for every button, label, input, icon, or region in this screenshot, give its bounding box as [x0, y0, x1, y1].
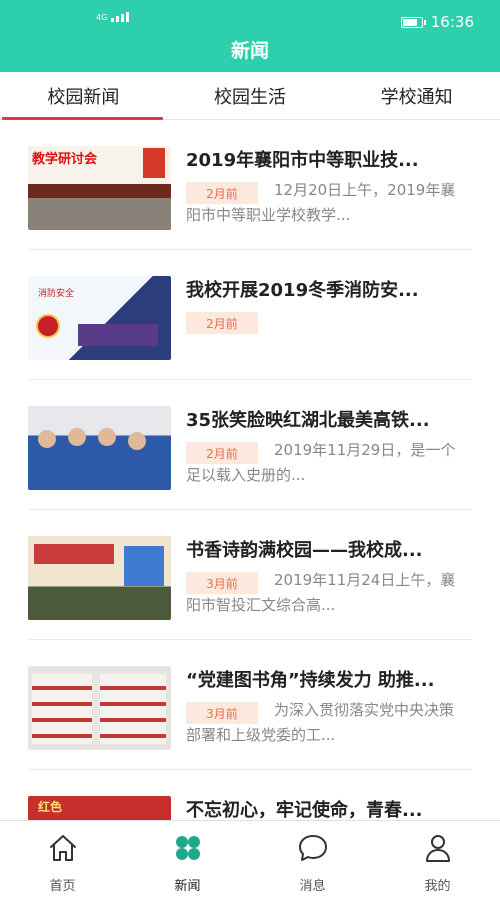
nav-label: 新闻 [174, 879, 201, 894]
news-item[interactable]: 书香诗韵满校园——我校成... 2019年11月24日上午，襄阳市智投汇文综合高… [28, 510, 472, 640]
nav-home[interactable]: 首页 [0, 821, 125, 900]
chat-bubble-icon [298, 835, 327, 861]
time-badge: 2月前 [186, 312, 258, 334]
news-item[interactable]: 消防安全 我校开展2019冬季消防安... 2月前 [28, 250, 472, 380]
news-title: 我校开展2019冬季消防安... [186, 280, 419, 301]
bottom-navigation: 首页 新闻 消息 我的 [0, 820, 500, 900]
nav-news[interactable]: 新闻 [125, 821, 250, 900]
news-thumbnail [28, 666, 171, 750]
news-item[interactable]: 红色 不忘初心，牢记使命，青春... [28, 770, 472, 820]
tab-campus-news[interactable]: 校园新闻 [0, 72, 167, 120]
page-title: 新闻 [230, 40, 269, 62]
clover-icon [175, 836, 200, 860]
nav-label: 消息 [299, 879, 326, 894]
thumbnail-caption: 红色 [38, 800, 63, 814]
news-thumbnail: 红色 [28, 796, 171, 820]
network-type: 4G [96, 13, 108, 22]
news-thumbnail [28, 536, 171, 620]
tab-school-notice[interactable]: 学校通知 [333, 72, 500, 119]
time-badge: 3月前 [186, 572, 258, 594]
news-item[interactable]: 教学研讨会 2019年襄阳市中等职业技... 12月20日上午，2019年襄阳市… [28, 120, 472, 250]
category-tabs: 校园新闻 校园生活 学校通知 [0, 72, 500, 120]
time-badge: 2月前 [186, 442, 258, 464]
news-title: 35张笑脸映红湖北最美高铁... [186, 410, 430, 431]
home-icon [49, 835, 76, 861]
user-icon [425, 835, 450, 862]
news-title: “党建图书角”持续发力 助推... [186, 670, 435, 691]
news-list: 教学研讨会 2019年襄阳市中等职业技... 12月20日上午，2019年襄阳市… [0, 120, 500, 820]
news-title: 不忘初心，牢记使命，青春... [186, 800, 423, 820]
news-title: 书香诗韵满校园——我校成... [186, 540, 423, 561]
news-thumbnail: 消防安全 [28, 276, 171, 360]
news-title: 2019年襄阳市中等职业技... [186, 150, 419, 171]
nav-label: 我的 [424, 879, 451, 894]
news-item[interactable]: 35张笑脸映红湖北最美高铁... 2019年11月29日，是一个足以载入史册的.… [28, 380, 472, 510]
clock: 16:36 [430, 13, 474, 31]
tab-campus-life[interactable]: 校园生活 [167, 72, 334, 119]
thumbnail-caption: 消防安全 [38, 289, 75, 299]
time-badge: 3月前 [186, 702, 258, 724]
app-header: 4G 16:36 新闻 [0, 0, 500, 72]
status-bar: 16:36 [400, 12, 474, 32]
signal-indicator: 4G [96, 12, 130, 22]
news-thumbnail: 教学研讨会 [28, 146, 171, 230]
battery-icon [400, 16, 426, 28]
thumbnail-caption: 教学研讨会 [32, 152, 98, 167]
news-item[interactable]: “党建图书角”持续发力 助推... 为深入贯彻落实党中央决策部署和上级党委的工.… [28, 640, 472, 770]
nav-profile[interactable]: 我的 [375, 821, 500, 900]
nav-messages[interactable]: 消息 [250, 821, 375, 900]
news-thumbnail [28, 406, 171, 490]
nav-label: 首页 [49, 879, 76, 894]
time-badge: 2月前 [186, 182, 258, 204]
